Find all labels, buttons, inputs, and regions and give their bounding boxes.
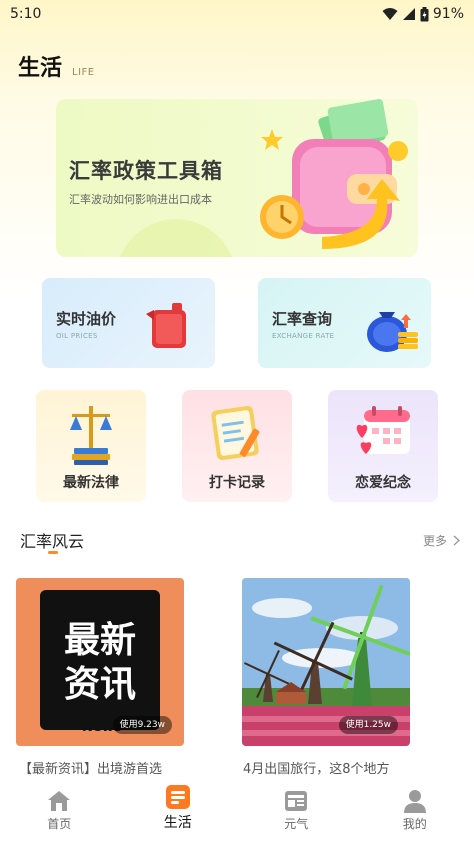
tab-mine[interactable]: 我的 — [356, 780, 474, 843]
status-icons: 91% — [382, 6, 464, 22]
wifi-icon — [382, 8, 398, 20]
tab-mine-label: 我的 — [402, 817, 427, 831]
usage-badge-2: 使用1.25w — [338, 716, 398, 734]
news-card-travel[interactable]: 使用1.25w — [242, 578, 410, 746]
user-icon — [403, 790, 426, 813]
tile-latest-law[interactable]: 最新法律 — [36, 390, 146, 502]
battery-icon — [420, 6, 429, 21]
section-header: 汇率风云 更多 — [20, 528, 460, 558]
life-icon — [165, 785, 190, 809]
money-bag-icon — [367, 312, 418, 352]
clipboard-icon — [211, 405, 260, 461]
tile-checkin-record[interactable]: 打卡记录 — [182, 390, 292, 502]
page-subtitle: LIFE — [72, 67, 95, 78]
signal-icon — [402, 8, 415, 20]
tile-love-anniversary[interactable]: 恋爱纪念 — [328, 390, 438, 502]
battery-percent: 91% — [432, 6, 464, 22]
status-bar: 5:10 91% — [0, 0, 474, 28]
exchange-policy-banner[interactable]: 汇率政策工具箱 汇率波动如何影响进出口成本 — [56, 99, 418, 257]
tab-home[interactable]: 首页 — [0, 780, 119, 843]
wallet-money-icon — [260, 99, 408, 249]
news-card-latest-info[interactable]: 最新 资讯 News 使用9.23w — [16, 578, 184, 746]
fuel-can-icon — [146, 303, 186, 348]
scales-law-icon — [70, 406, 112, 465]
tab-vitality-label: 元气 — [284, 817, 309, 831]
thumbnail-text-line-1: 最新 — [63, 620, 136, 661]
chevron-right-icon — [453, 535, 460, 546]
exchange-rate-card[interactable]: 汇率查询 EXCHANGE RATE — [258, 278, 431, 368]
status-time: 5:10 — [10, 6, 42, 22]
news-caption-1[interactable]: 【最新资讯】出境游首选 — [19, 758, 162, 777]
more-link[interactable]: 更多 — [423, 532, 460, 549]
news-caption-2[interactable]: 4月出国旅行，这8个地方 — [243, 758, 390, 777]
tile-checkin-record-label: 打卡记录 — [209, 475, 265, 491]
thumbnail-text-line-2: 资讯 — [63, 664, 136, 705]
section-title-indicator — [48, 551, 58, 554]
tab-home-label: 首页 — [47, 817, 72, 831]
usage-badge-1: 使用9.23w — [112, 716, 172, 734]
news-icon — [285, 791, 308, 811]
calendar-heart-icon — [356, 406, 410, 454]
tile-latest-law-label: 最新法律 — [63, 475, 119, 491]
oil-prices-title: 实时油价 — [56, 310, 117, 328]
banner-subtitle: 汇率波动如何影响进出口成本 — [69, 193, 212, 206]
news-thumbnail-1: 最新 资讯 — [40, 590, 160, 730]
oil-prices-card[interactable]: 实时油价 OIL PRICES — [42, 278, 215, 368]
bottom-tab-bar: 首页 生活 元气 我的 — [0, 780, 474, 843]
page-header: 生活 LIFE — [18, 50, 95, 82]
exchange-rate-subtitle: EXCHANGE RATE — [272, 332, 335, 340]
home-icon — [48, 791, 71, 811]
oil-prices-subtitle: OIL PRICES — [56, 332, 98, 340]
banner-title: 汇率政策工具箱 — [69, 159, 223, 183]
banner-decoration — [116, 219, 236, 257]
tab-life[interactable]: 生活 — [119, 780, 238, 843]
tab-vitality[interactable]: 元气 — [237, 780, 356, 843]
tab-life-label: 生活 — [163, 815, 192, 831]
tile-love-anniversary-label: 恋爱纪念 — [355, 475, 411, 491]
more-link-label: 更多 — [422, 534, 447, 548]
exchange-rate-title: 汇率查询 — [272, 310, 333, 328]
section-title: 汇率风云 — [20, 532, 85, 551]
page-title: 生活 — [18, 56, 63, 81]
